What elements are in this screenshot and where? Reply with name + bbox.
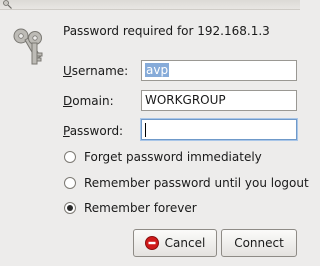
dialog-header: Password required for 192.168.1.3 <box>63 24 270 38</box>
password-access-key: P <box>63 124 70 138</box>
titlebar <box>0 0 300 10</box>
radio-remember-forever[interactable]: Remember forever <box>64 201 197 215</box>
connect-button-label: Connect <box>234 236 284 250</box>
radio-remember-until-logout[interactable]: Remember password until you logout <box>64 176 309 190</box>
text-caret <box>145 122 146 137</box>
keys-icon <box>13 28 43 65</box>
connect-button[interactable]: Connect <box>221 229 297 257</box>
username-access-key: U <box>63 64 72 78</box>
radio-button[interactable] <box>64 151 76 163</box>
radio-label: Remember password until you logout <box>84 176 309 190</box>
domain-label-rest: omain: <box>72 94 114 108</box>
password-label: Password: <box>63 124 123 138</box>
keys-icon <box>3 0 12 9</box>
radio-label: Forget password immediately <box>84 150 262 164</box>
radio-label: Remember forever <box>84 201 197 215</box>
username-value: avp <box>145 63 170 77</box>
cancel-button[interactable]: Cancel <box>133 229 217 257</box>
username-label-rest: sername: <box>71 64 129 78</box>
domain-value: WORKGROUP <box>145 93 226 107</box>
password-label-rest: assword: <box>69 124 124 138</box>
radio-button[interactable] <box>64 202 76 214</box>
stop-icon <box>144 236 159 250</box>
username-field[interactable]: avp <box>141 60 297 81</box>
radio-forget-immediately[interactable]: Forget password immediately <box>64 150 262 164</box>
domain-access-key: D <box>63 94 73 108</box>
password-field[interactable] <box>141 119 297 140</box>
cancel-button-label: Cancel <box>164 236 206 250</box>
username-label: Username: <box>63 64 128 78</box>
domain-label: Domain: <box>63 94 114 108</box>
domain-field[interactable]: WORKGROUP <box>141 90 297 111</box>
radio-button[interactable] <box>64 177 76 189</box>
